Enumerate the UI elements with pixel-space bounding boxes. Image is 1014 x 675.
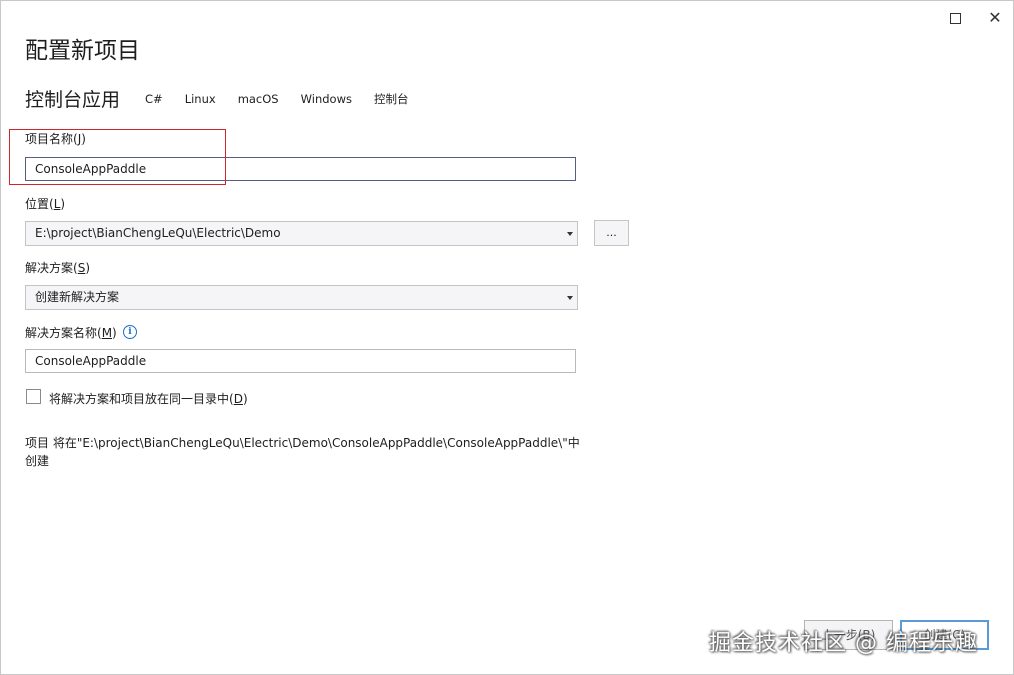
close-icon: ✕ (988, 8, 1002, 27)
highlight-annotation (9, 129, 226, 185)
tag-console: 控制台 (373, 91, 409, 106)
solution-value: 创建新解决方案 (35, 290, 120, 304)
same-directory-checkbox[interactable] (26, 389, 41, 404)
tag-macos: macOS (237, 91, 279, 106)
watermark: 掘金技术社区 @ 编程乐趣 (709, 631, 978, 656)
close-button[interactable]: ✕ (984, 7, 1006, 29)
maximize-button[interactable] (944, 7, 966, 29)
maximize-icon (949, 12, 961, 24)
browse-button[interactable]: ... (594, 220, 629, 246)
template-header: 控制台应用 C# Linux macOS Windows 控制台 (25, 85, 419, 112)
location-value: E:\project\BianChengLeQu\Electric\Demo (35, 226, 281, 240)
info-icon[interactable]: i (123, 325, 137, 339)
solution-combobox[interactable]: 创建新解决方案 (25, 285, 578, 310)
chevron-down-icon (567, 232, 573, 236)
tag-linux: Linux (184, 91, 216, 106)
tag-language: C# (145, 91, 163, 106)
solution-name-input[interactable]: ConsoleAppPaddle (25, 349, 576, 373)
location-combobox[interactable]: E:\project\BianChengLeQu\Electric\Demo (25, 221, 578, 246)
same-directory-label[interactable]: 将解决方案和项目放在同一目录中(D) (49, 390, 248, 407)
tag-windows: Windows (300, 91, 352, 106)
dialog-window: ✕ 配置新项目 控制台应用 C# Linux macOS Windows 控制台… (0, 0, 1014, 675)
solution-name-label: 解决方案名称(M) (25, 326, 117, 340)
location-label: 位置(L) (25, 197, 66, 211)
page-title: 配置新项目 (25, 38, 140, 64)
project-path-info: 项目 将在"E:\project\BianChengLeQu\Electric\… (25, 436, 580, 468)
chevron-down-icon (567, 296, 573, 300)
solution-label: 解决方案(S) (25, 261, 90, 275)
template-name: 控制台应用 (25, 89, 121, 111)
